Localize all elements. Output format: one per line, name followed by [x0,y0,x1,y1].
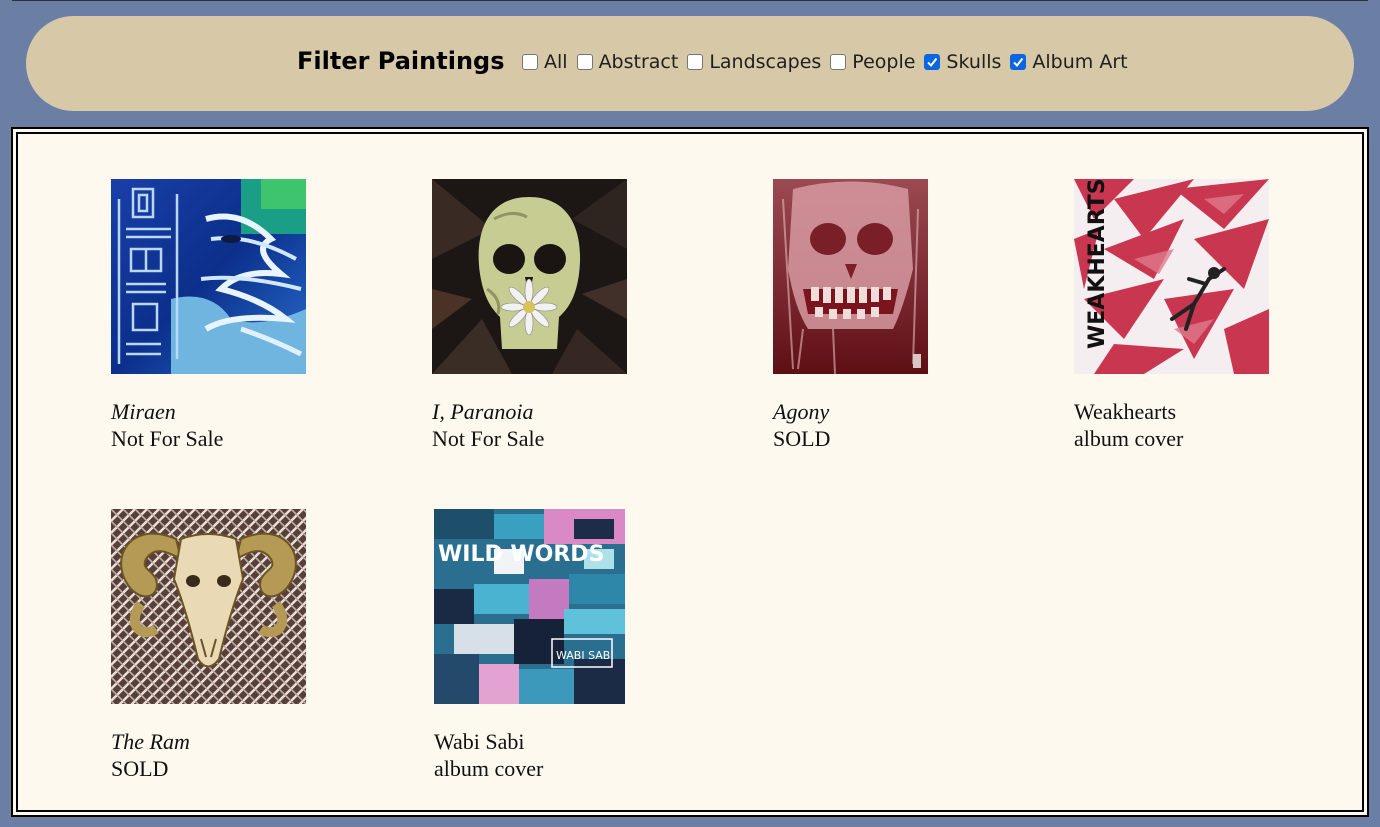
checkbox-abstract[interactable] [576,54,593,70]
top-divider [12,0,1368,1]
filter-label-landscapes: Landscapes [709,51,822,73]
checkbox-people[interactable] [830,54,847,70]
painting-status-i-paranoia: Not For Sale [432,426,545,451]
caption-miraen: Miraen Not For Sale [111,398,306,452]
filter-label-skulls: Skulls [946,51,1002,73]
filter-option-people[interactable]: People [830,51,915,73]
caption-i-paranoia: I, Paranoia Not For Sale [432,398,627,452]
filter-option-all[interactable]: All [522,51,568,73]
filter-title: Filter Paintings [297,47,505,75]
filter-label-all: All [544,51,568,73]
painting-weakhearts-image[interactable]: WEAKHEARTS [1074,179,1269,374]
painting-status-agony: SOLD [773,426,831,451]
filter-option-landscapes[interactable]: Landscapes [687,51,821,73]
filter-label-album-art: Album Art [1032,51,1128,73]
painting-title-agony: Agony [773,399,830,424]
caption-weakhearts: Weakhearts album cover [1074,398,1269,452]
gallery-card-wabi-sabi[interactable]: WILD WORDS WABI SABI Wabi Sabi album cov… [434,509,625,782]
filter-label-people: People [852,51,916,73]
checkbox-skulls[interactable] [924,54,941,70]
gallery-card-miraen[interactable]: Miraen Not For Sale [111,179,306,452]
painting-title-wabi-sabi: Wabi Sabi [434,729,525,754]
filter-options: All Abstract Landscapes People Skulls Al… [522,51,1137,73]
painting-agony-image[interactable] [773,179,928,374]
painting-title-miraen: Miraen [111,399,176,424]
painting-miraen-image[interactable] [111,179,306,374]
gallery-card-the-ram[interactable]: The Ram SOLD [111,509,306,782]
gallery-card-i-paranoia[interactable]: I, Paranoia Not For Sale [432,179,627,452]
checkbox-landscapes[interactable] [687,54,704,70]
wabi-sabi-cover-text: WABI SABI [556,649,614,662]
painting-title-i-paranoia: I, Paranoia [432,399,534,424]
painting-wabi-sabi-image[interactable]: WILD WORDS WABI SABI [434,509,625,704]
painting-status-the-ram: SOLD [111,756,169,781]
painting-status-weakhearts: album cover [1074,426,1184,451]
gallery-card-agony[interactable]: Agony SOLD [773,179,928,452]
filter-option-abstract[interactable]: Abstract [576,51,679,73]
filter-option-skulls[interactable]: Skulls [924,51,1001,73]
painting-title-the-ram: The Ram [111,729,190,754]
caption-agony: Agony SOLD [773,398,928,452]
filter-label-abstract: Abstract [598,51,679,73]
filter-option-album-art[interactable]: Album Art [1010,51,1128,73]
painting-i-paranoia-image[interactable] [432,179,627,374]
painting-title-weakhearts: Weakhearts [1074,399,1177,424]
checkbox-album-art[interactable] [1010,54,1027,70]
painting-status-miraen: Not For Sale [111,426,224,451]
painting-the-ram-image[interactable] [111,509,306,704]
caption-wabi-sabi: Wabi Sabi album cover [434,728,625,782]
gallery-card-weakhearts[interactable]: WEAKHEARTS Weakhearts album cover [1074,179,1269,452]
weakhearts-cover-text: WEAKHEARTS [1085,179,1110,349]
caption-the-ram: The Ram SOLD [111,728,306,782]
wild-words-cover-text: WILD WORDS [438,542,604,567]
painting-status-wabi-sabi: album cover [434,756,544,781]
checkbox-all[interactable] [522,54,538,70]
